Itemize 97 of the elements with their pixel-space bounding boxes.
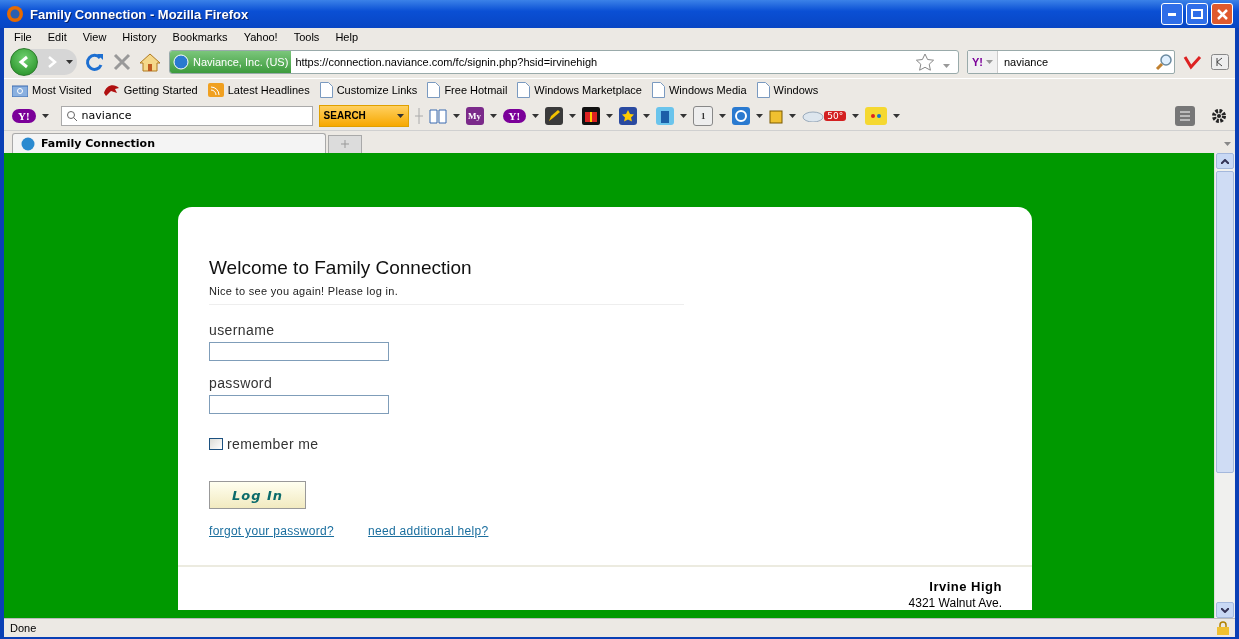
gift-icon[interactable] xyxy=(582,106,601,125)
scroll-up-button[interactable] xyxy=(1216,153,1234,169)
back-button[interactable] xyxy=(10,48,38,76)
browser-tab[interactable]: Family Connection xyxy=(12,133,326,153)
reload-icon[interactable] xyxy=(85,52,105,72)
subtitle-text: Nice to see you again! Please log in. xyxy=(209,285,399,297)
toolbar-search-field[interactable]: naviance xyxy=(60,105,313,126)
search-icon xyxy=(65,109,78,122)
scroll-down-button[interactable] xyxy=(1216,602,1234,618)
checkmark-icon[interactable] xyxy=(1183,54,1203,70)
star-icon[interactable] xyxy=(915,53,935,71)
caret-icon[interactable] xyxy=(489,113,497,118)
login-button[interactable]: Log In xyxy=(209,481,306,509)
menu-item[interactable]: File xyxy=(8,31,42,43)
url-text: https://connection.naviance.com/fc/signin.php?hsid=irvinehigh xyxy=(294,56,599,68)
caret-icon[interactable] xyxy=(893,113,901,118)
weather-widget[interactable]: 50° xyxy=(802,109,847,122)
pencil-icon[interactable] xyxy=(545,106,564,125)
caret-icon[interactable] xyxy=(66,60,73,64)
globe-icon xyxy=(173,54,189,70)
search-text: naviance xyxy=(1003,56,1050,68)
input-field[interactable] xyxy=(209,395,389,414)
caret-icon[interactable] xyxy=(643,113,651,118)
help-link[interactable]: forgot your password? xyxy=(209,524,335,538)
caret-icon[interactable] xyxy=(41,113,49,118)
browser-logo-icon xyxy=(6,5,24,23)
bookmark-link[interactable]: Windows Marketplace xyxy=(517,82,642,98)
menu-item[interactable]: Help xyxy=(329,31,368,43)
search-button[interactable]: SEARCH xyxy=(318,104,409,127)
bookmark-link[interactable]: Free Hotmail xyxy=(427,82,508,98)
yahoo-logo[interactable]: Y! xyxy=(502,108,527,123)
caret-icon[interactable] xyxy=(396,113,404,118)
bookmark-link[interactable]: Customize Links xyxy=(319,82,418,98)
bookmark-link[interactable]: Most Visited xyxy=(12,83,92,97)
key-icon[interactable] xyxy=(1211,54,1229,70)
maximize-icon xyxy=(1191,9,1203,19)
home-icon[interactable] xyxy=(139,52,161,72)
globe-icon xyxy=(21,136,35,151)
menu-item[interactable]: Bookmarks xyxy=(166,31,238,43)
school-address: 4321 Walnut Ave. xyxy=(908,596,1002,610)
caret-icon[interactable] xyxy=(569,113,577,118)
maximize-button[interactable] xyxy=(1186,3,1208,25)
bird-icon xyxy=(101,83,120,97)
yahoo-logo[interactable]: Y! xyxy=(12,108,36,123)
list-icon[interactable] xyxy=(1175,105,1195,126)
divider-grip-icon xyxy=(414,107,423,124)
page-icon xyxy=(651,82,665,98)
window-title: Family Connection - Mozilla Firefox xyxy=(30,6,249,22)
bookmark-link[interactable]: Windows xyxy=(756,82,819,98)
page-icon xyxy=(319,82,333,98)
caret-icon[interactable] xyxy=(532,113,540,118)
plus-icon xyxy=(341,140,349,148)
scroll-thumb[interactable] xyxy=(1216,171,1234,473)
input-field[interactable] xyxy=(209,342,389,361)
close-icon xyxy=(1216,8,1228,20)
checkbox[interactable] xyxy=(209,438,223,450)
menu-item[interactable]: History xyxy=(116,31,167,43)
search-engine-button[interactable]: Y! xyxy=(968,51,998,73)
school-name: Irvine High xyxy=(929,579,1002,594)
minimize-button[interactable] xyxy=(1161,3,1183,25)
book-icon[interactable] xyxy=(428,107,447,124)
caret-icon[interactable] xyxy=(719,113,727,118)
caret-icon[interactable] xyxy=(606,113,614,118)
page-icon xyxy=(427,82,441,98)
rss-icon xyxy=(207,83,224,97)
minimize-icon xyxy=(1168,12,1176,16)
caret-icon[interactable] xyxy=(852,113,860,118)
caret-icon[interactable] xyxy=(789,113,797,118)
menu-item[interactable]: Yahoo! xyxy=(237,31,288,43)
menu-item[interactable]: Edit xyxy=(41,31,77,43)
settings-icon[interactable] xyxy=(1211,107,1227,124)
help-link[interactable]: need additional help? xyxy=(368,524,489,538)
bookmark-link[interactable]: Latest Headlines xyxy=(207,83,310,97)
field-label: password xyxy=(209,375,273,391)
page-icon xyxy=(517,82,531,98)
close-button[interactable] xyxy=(1211,3,1233,25)
calendar-icon[interactable]: 1 xyxy=(693,105,714,126)
menu-item[interactable]: Tools xyxy=(287,31,330,43)
page-heading: Welcome to Family Connection xyxy=(209,257,472,279)
page-icon xyxy=(756,82,770,98)
caret-icon[interactable] xyxy=(452,113,460,118)
lock-icon xyxy=(1217,621,1229,635)
address-bar[interactable]: Naviance, Inc. (US) https://connection.naviance.com/fc/signin.php?hsid=irvinehigh xyxy=(169,50,959,74)
field-label: username xyxy=(209,322,275,338)
back-forward-control[interactable] xyxy=(10,49,77,75)
scrollbar[interactable] xyxy=(1214,153,1235,618)
search-icon[interactable] xyxy=(1154,53,1174,71)
checkbox-label: remember me xyxy=(227,436,319,452)
menu-item[interactable]: View xyxy=(76,31,117,43)
bookmark-link[interactable]: Windows Media xyxy=(651,82,747,98)
my-yahoo-icon[interactable]: My xyxy=(465,106,484,125)
search-field[interactable]: Y! naviance xyxy=(967,50,1175,74)
caret-icon[interactable] xyxy=(756,113,764,118)
status-text: Done xyxy=(10,622,37,634)
bookmark-link[interactable]: Getting Started xyxy=(101,83,198,97)
caret-icon[interactable] xyxy=(680,113,688,118)
folder-icon xyxy=(12,83,28,97)
